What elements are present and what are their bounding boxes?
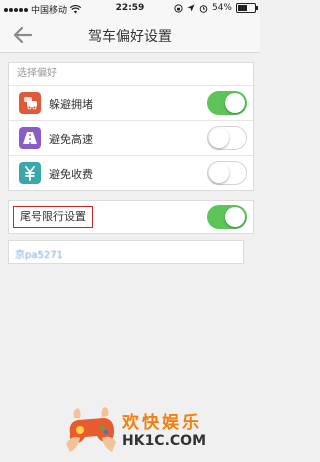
toll-money-icon (19, 162, 41, 184)
status-bar: 中国移动 22:59 54% (0, 0, 260, 18)
watermark: 欢快娱乐 HK1C.COM (64, 404, 234, 456)
plate-restriction-section: 尾号限行设置 (8, 200, 254, 234)
preference-label: 避免收费 (49, 168, 93, 181)
avoid-toll-toggle[interactable] (207, 161, 247, 185)
plate-restriction-row: 尾号限行设置 (9, 201, 253, 233)
license-plate-value: 京pa5271 (15, 250, 63, 261)
preference-row-avoid-highway: 避免高速 (9, 121, 253, 156)
nav-bar: 驾车偏好设置 (0, 18, 260, 53)
toggle-knob (225, 93, 245, 113)
avoid-congestion-toggle[interactable] (207, 91, 247, 115)
battery-percent: 54% (211, 3, 232, 13)
game-controller-hands-icon (66, 407, 116, 452)
preference-label: 避免高速 (49, 133, 93, 146)
preference-label: 躲避拥堵 (49, 98, 93, 111)
plate-restriction-toggle[interactable] (207, 205, 247, 229)
avoid-highway-toggle[interactable] (207, 126, 247, 150)
toggle-knob (209, 128, 229, 148)
watermark-site: HK1C.COM (122, 433, 207, 449)
preference-row-avoid-congestion: 躲避拥堵 (9, 86, 253, 121)
highway-icon (19, 127, 41, 149)
location-arrow-icon (187, 4, 195, 12)
toggle-knob (209, 163, 229, 183)
preferences-section: 选择偏好 躲避拥堵 避免高速 避免收费 (8, 62, 254, 191)
page-title: 驾车偏好设置 (88, 29, 172, 45)
status-right: 54% (174, 3, 258, 13)
lock-rotation-icon (174, 3, 183, 13)
preferences-header: 选择偏好 (9, 63, 253, 86)
alarm-clock-icon (199, 4, 208, 13)
license-plate-input[interactable]: 京pa5271 (8, 240, 244, 264)
plate-restriction-label: 尾号限行设置 (13, 206, 93, 228)
preference-row-avoid-toll: 避免收费 (9, 156, 253, 190)
battery-fill (238, 5, 247, 11)
battery-icon (236, 3, 258, 13)
traffic-car-icon (19, 92, 41, 114)
toggle-knob (225, 207, 245, 227)
watermark-title: 欢快娱乐 (122, 413, 202, 433)
